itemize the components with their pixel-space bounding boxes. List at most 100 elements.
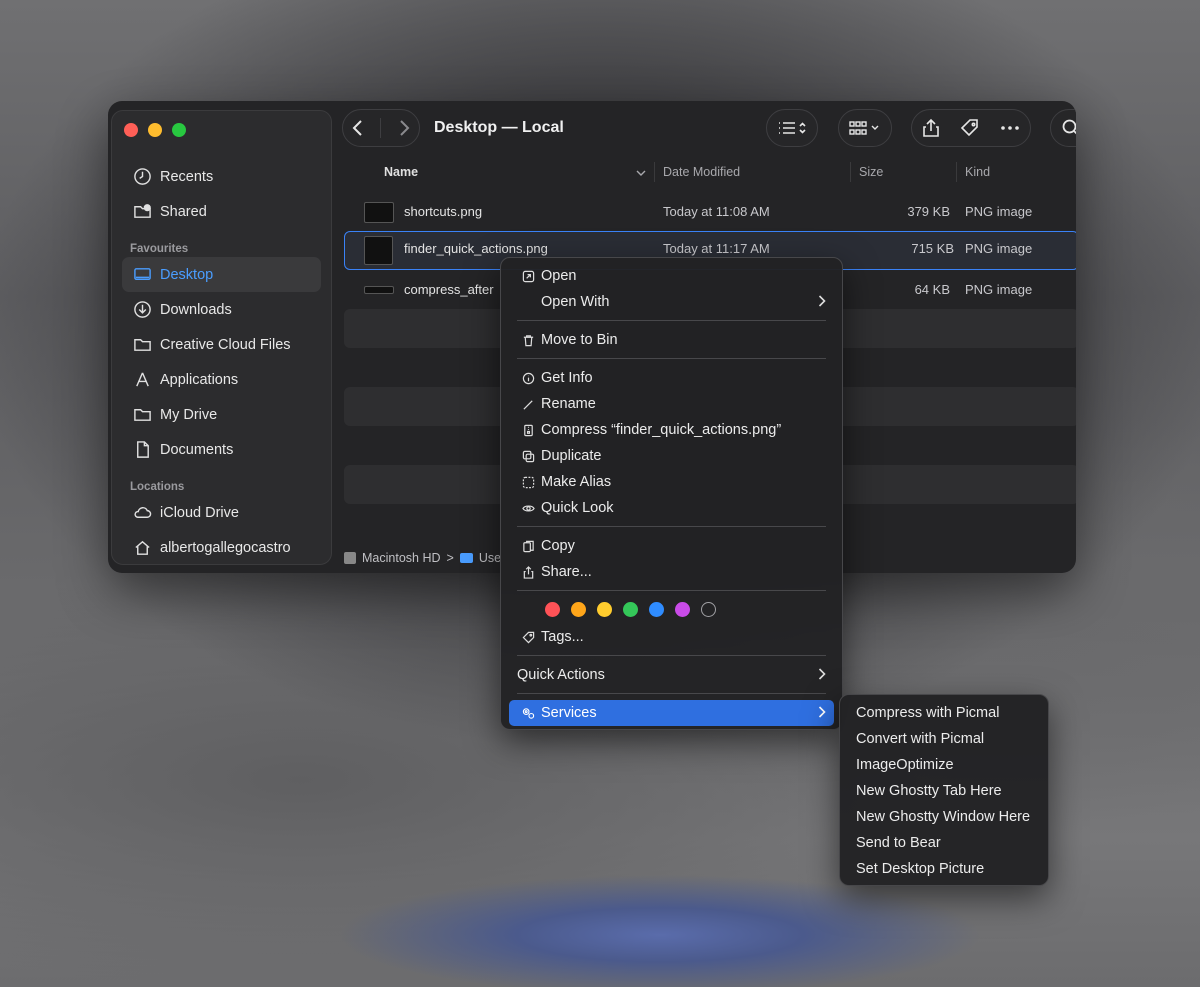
divider [380,118,382,138]
duplicate-icon [517,450,539,463]
tag-color-purple[interactable] [675,602,690,617]
menu-item-quick-actions[interactable]: Quick Actions [509,662,834,688]
view-options-button[interactable] [766,109,818,147]
menu-item-move-to-bin[interactable]: Move to Bin [509,327,834,353]
alias-icon [517,476,539,489]
submenu-item[interactable]: ImageOptimize [856,752,954,778]
submenu-item[interactable]: New Ghostty Tab Here [856,778,1002,804]
folder-icon [459,553,473,563]
toolbar: Desktop — Local [338,101,1076,157]
share-icon[interactable] [922,118,940,138]
sidebar-item-icloud[interactable]: iCloud Drive [122,495,321,530]
document-icon [132,440,152,460]
file-row[interactable]: shortcuts.png Today at 11:08 AM 379 KB P… [338,192,1076,231]
sidebar-item-shared[interactable]: Shared [122,194,321,229]
divider [850,162,851,182]
sidebar-item-label: Recents [160,168,214,185]
path-bar: Macintosh HD > Use [344,551,501,565]
path-disk[interactable]: Macintosh HD [362,551,441,565]
group-by-button[interactable] [838,109,892,147]
menu-item-label: Rename [541,396,596,412]
sidebar-item-home[interactable]: albertogallegocastro [122,530,321,565]
menu-item-copy[interactable]: Copy [509,533,834,559]
search-icon [1061,118,1076,138]
folder-icon [132,405,152,425]
chevron-right-icon [818,705,826,723]
menu-item-label: Make Alias [541,474,612,490]
sidebar: Recents Shared Favourites Desktop Downlo… [111,110,332,565]
menu-item-services[interactable]: Services [509,700,834,726]
list-view-icon [777,120,807,136]
sidebar-item-applications[interactable]: Applications [122,362,321,397]
menu-item-share[interactable]: Share... [509,559,834,585]
sidebar-item-label: Applications [160,371,239,388]
tag-color-none[interactable] [701,602,716,617]
desktop-icon [132,265,152,285]
tag-icon[interactable] [960,118,980,138]
menu-item-quick-look[interactable]: Quick Look [509,495,834,521]
chevron-right-icon [818,667,826,685]
menu-item-make-alias[interactable]: Make Alias [509,469,834,495]
tag-color-orange[interactable] [571,602,586,617]
tag-color-red[interactable] [545,602,560,617]
sidebar-item-downloads[interactable]: Downloads [122,292,321,327]
divider [956,162,957,182]
tag-color-green[interactable] [623,602,638,617]
column-kind[interactable]: Kind [965,165,990,179]
open-icon [517,270,539,283]
column-size[interactable]: Size [859,165,883,179]
submenu-item[interactable]: Set Desktop Picture [856,856,984,882]
applications-icon [132,370,152,390]
menu-item-get-info[interactable]: Get Info [509,365,834,391]
sidebar-item-creative-cloud[interactable]: Creative Cloud Files [122,327,321,362]
file-name: finder_quick_actions.png [404,241,548,256]
image-thumbnail [364,202,394,223]
sort-chevron-icon[interactable] [636,166,646,180]
archive-icon [517,424,539,437]
menu-item-duplicate[interactable]: Duplicate [509,443,834,469]
menu-item-compress[interactable]: Compress “finder_quick_actions.png” [509,417,834,443]
column-date[interactable]: Date Modified [663,165,740,179]
search-button[interactable] [1050,109,1076,147]
sidebar-item-label: iCloud Drive [160,504,239,521]
copy-icon [517,540,539,553]
sidebar-item-documents[interactable]: Documents [122,432,321,467]
menu-item-open-with[interactable]: Open With [509,289,834,315]
sidebar-item-label: Creative Cloud Files [160,336,291,353]
file-date: Today at 11:17 AM [663,241,770,256]
home-icon [132,538,152,558]
forward-button[interactable] [397,119,411,137]
menu-separator [517,320,826,321]
share-icon [517,565,539,579]
back-button[interactable] [351,119,365,137]
zoom-window-button[interactable] [172,123,186,137]
path-folder[interactable]: Use [479,551,501,565]
column-name[interactable]: Name [384,165,418,179]
sidebar-item-recents[interactable]: Recents [122,159,321,194]
menu-item-open[interactable]: Open [509,263,834,289]
minimize-window-button[interactable] [148,123,162,137]
trash-icon [517,334,539,347]
sidebar-item-label: Downloads [160,301,232,318]
more-icon[interactable] [1000,125,1020,131]
favourites-heading: Favourites [130,243,189,255]
sidebar-item-label: albertogallegocastro [160,539,291,556]
menu-item-label: Move to Bin [541,332,618,348]
menu-separator [517,526,826,527]
shared-folder-icon [132,202,152,222]
submenu-item[interactable]: New Ghostty Window Here [856,804,1030,830]
tag-color-yellow[interactable] [597,602,612,617]
submenu-item[interactable]: Send to Bear [856,830,941,856]
submenu-item[interactable]: Compress with Picmal [856,700,999,726]
eye-icon [517,502,539,515]
tag-color-blue[interactable] [649,602,664,617]
file-size: 379 KB [907,204,950,219]
menu-item-tags[interactable]: Tags... [509,624,834,650]
menu-separator [517,590,826,591]
sidebar-item-my-drive[interactable]: My Drive [122,397,321,432]
close-window-button[interactable] [124,123,138,137]
file-date: Today at 11:08 AM [663,204,770,219]
sidebar-item-desktop[interactable]: Desktop [122,257,321,292]
submenu-item[interactable]: Convert with Picmal [856,726,984,752]
menu-item-rename[interactable]: Rename [509,391,834,417]
